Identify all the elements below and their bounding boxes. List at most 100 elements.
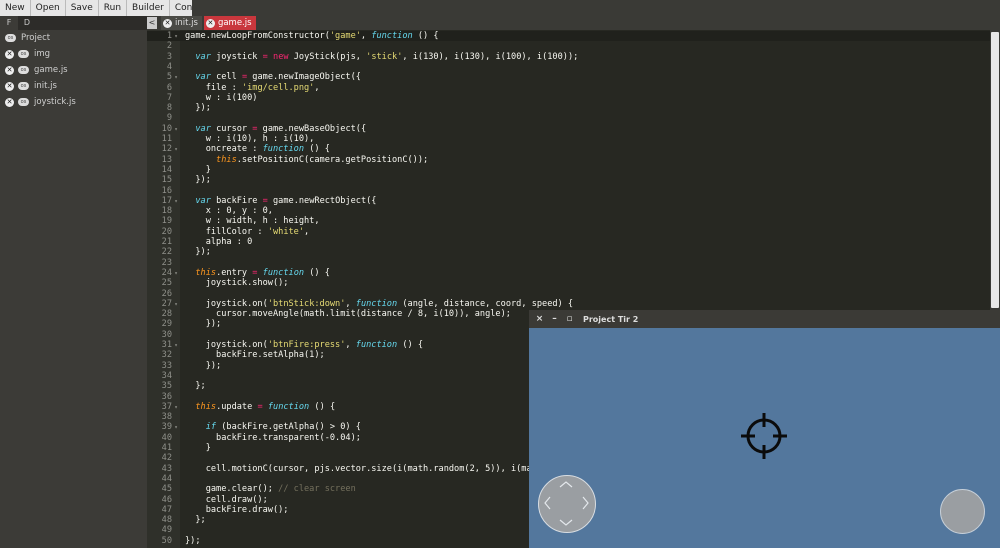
line-number: 33	[161, 360, 172, 371]
code-line: 24 ▾ this.entry = function () {	[147, 268, 1000, 278]
file-tab-label: init.js	[175, 18, 198, 28]
menu-new-button[interactable]: New	[0, 0, 31, 16]
code-text: var joystick = new JoyStick(pjs, 'stick'…	[195, 51, 579, 62]
line-number: 39	[161, 422, 172, 433]
line-number: 1	[166, 31, 172, 41]
code-line: 14 }	[147, 165, 1000, 175]
code-line: 9	[147, 113, 1000, 123]
close-icon[interactable]: ✕	[205, 18, 215, 28]
code-text: cell.draw();	[185, 494, 268, 505]
close-icon[interactable]: ✕	[5, 49, 14, 59]
os-icon: os	[18, 98, 29, 106]
file-tab-label: game.js	[217, 18, 252, 28]
close-icon[interactable]: ✕	[5, 81, 14, 91]
maximize-icon[interactable]: ▫	[562, 314, 577, 324]
code-line: 4	[147, 62, 1000, 72]
code-line: 6 file : 'img/cell.png',	[147, 83, 1000, 93]
code-text: });	[185, 360, 222, 371]
close-icon[interactable]: ×	[532, 314, 547, 324]
tree-label: img	[34, 49, 51, 59]
code-line: 21 alpha : 0	[147, 237, 1000, 247]
line-number: 47	[161, 504, 172, 515]
scrollbar-thumb[interactable]	[991, 32, 999, 308]
tree-root-project[interactable]: os Project	[0, 30, 147, 46]
line-number: 24	[161, 267, 172, 278]
line-number: 36	[161, 391, 172, 402]
line-number: 9	[166, 113, 172, 124]
code-text: var cursor = game.newBaseObject({	[195, 123, 367, 134]
tree-label: Project	[21, 33, 51, 43]
code-text: oncreate : function () {	[185, 144, 330, 155]
close-icon[interactable]: ✕	[163, 18, 172, 28]
code-line: 7 w : i(100)	[147, 93, 1000, 103]
top-strip	[192, 0, 1000, 16]
code-line: 10 ▾ var cursor = game.newBaseObject({	[147, 124, 1000, 134]
tab-dirs[interactable]: D	[18, 16, 36, 30]
code-line: 1 ▾ game.newLoopFromConstructor('game', fu…	[147, 31, 1000, 42]
line-number: 41	[161, 443, 172, 453]
direction-arrows-icon	[544, 481, 589, 526]
line-number: 12	[161, 144, 172, 155]
code-line: 22 });	[147, 247, 1000, 257]
line-number: 44	[161, 473, 172, 484]
code-text: backFire.draw();	[185, 504, 289, 515]
fire-button[interactable]	[940, 489, 985, 534]
tree-item[interactable]: ✕ os game.js	[0, 62, 147, 78]
line-number: 17	[161, 195, 172, 206]
tab-files[interactable]: F	[0, 16, 18, 30]
file-tab[interactable]: ✕ init.js	[161, 16, 202, 30]
code-text: var backFire = game.newRectObject({	[195, 195, 377, 206]
file-tab[interactable]: ✕ game.js	[203, 16, 256, 30]
line-number: 14	[161, 164, 172, 175]
code-line: 3 var joystick = new JoyStick(pjs, 'stic…	[147, 52, 1000, 62]
sidebar-tabs: F D	[0, 16, 147, 30]
line-number: 20	[161, 226, 172, 237]
tree-item[interactable]: ✕ os img	[0, 46, 147, 62]
line-number: 31	[161, 340, 172, 350]
joystick-stick[interactable]	[538, 475, 596, 533]
code-text: backFire.transparent(-0.04);	[185, 432, 361, 443]
line-number: 50	[161, 535, 172, 546]
line-number: 16	[161, 185, 172, 196]
code-line: 16	[147, 186, 1000, 196]
menu-save-button[interactable]: Save	[65, 0, 99, 16]
window-titlebar[interactable]: × – ▫ Project Tir 2	[529, 310, 1000, 328]
crosshair-icon	[741, 413, 787, 459]
game-preview-window[interactable]: × – ▫ Project Tir 2	[529, 310, 1000, 548]
line-number: 11	[161, 134, 172, 144]
line-number: 26	[161, 288, 172, 299]
code-text: w : i(10), h : i(10),	[185, 134, 315, 144]
code-text: cell.motionC(cursor, pjs.vector.size(i(m…	[185, 463, 532, 474]
close-icon[interactable]: ✕	[5, 65, 14, 75]
line-number: 23	[161, 257, 172, 268]
code-line: 11 w : i(10), h : i(10),	[147, 134, 1000, 144]
code-text: joystick.show();	[185, 278, 289, 289]
line-number: 2	[166, 41, 172, 52]
line-number: 15	[161, 175, 172, 186]
tree-item[interactable]: ✕ os joystick.js	[0, 94, 147, 110]
tree-item[interactable]: ✕ os init.js	[0, 78, 147, 94]
close-icon[interactable]: ✕	[5, 97, 14, 107]
line-number: 18	[161, 206, 172, 217]
code-text: w : width, h : height,	[185, 216, 320, 227]
code-text: };	[185, 515, 206, 526]
editor-scrollbar[interactable]	[990, 30, 1000, 310]
code-text: game.newLoopFromConstructor('game', func…	[185, 31, 439, 41]
minimize-icon[interactable]: –	[547, 314, 562, 324]
line-number: 5	[166, 72, 172, 83]
code-line: 8 });	[147, 103, 1000, 113]
menu-builder-button[interactable]: Builder	[127, 0, 170, 16]
code-text: backFire.setAlpha(1);	[185, 350, 325, 361]
tree-label: game.js	[34, 65, 68, 75]
menu-open-button[interactable]: Open	[30, 0, 66, 16]
line-number: 46	[161, 494, 172, 505]
code-text: w : i(100)	[185, 92, 258, 103]
os-icon: os	[18, 66, 29, 74]
menu-run-button[interactable]: Run	[98, 0, 128, 16]
line-number: 37	[161, 401, 172, 412]
line-number: 29	[161, 319, 172, 330]
code-text: this.update = function () {	[195, 401, 336, 412]
code-line: 25 joystick.show();	[147, 278, 1000, 288]
collapse-sidebar-button[interactable]: <	[147, 17, 157, 29]
code-text: });	[185, 319, 222, 330]
